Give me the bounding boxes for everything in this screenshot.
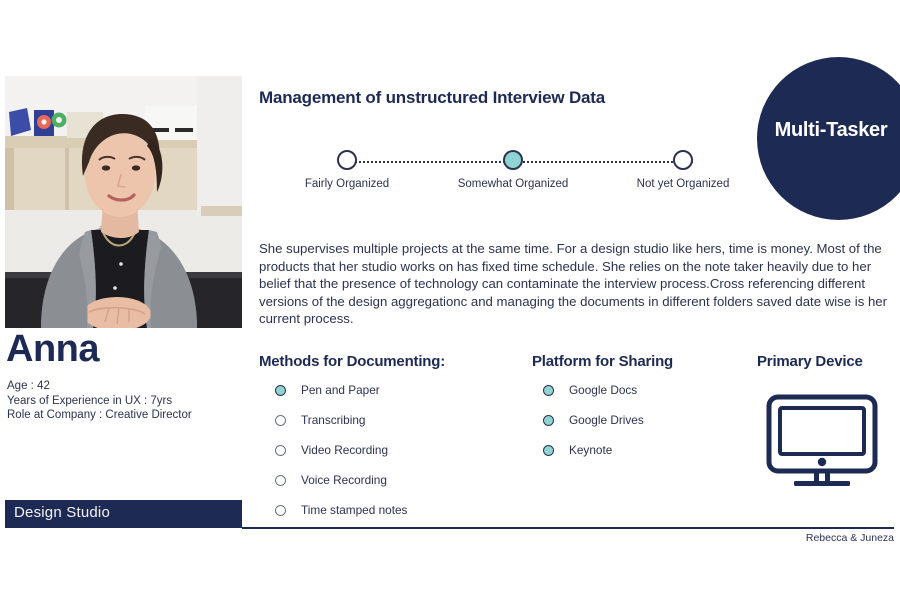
radio-icon[interactable] (543, 445, 554, 456)
multi-tasker-badge: Multi-Tasker (757, 57, 900, 220)
multi-tasker-badge-label: Multi-Tasker (774, 119, 888, 141)
section-headline: Management of unstructured Interview Dat… (259, 88, 606, 107)
list-item-label: Keynote (569, 443, 613, 457)
radio-icon[interactable] (275, 475, 286, 486)
persona-fact-role: Role at Company : Creative Director (7, 409, 192, 421)
persona-photo (5, 76, 242, 328)
footer-divider (242, 527, 894, 529)
list-item-label: Google Drives (569, 413, 644, 427)
radio-icon[interactable] (275, 415, 286, 426)
persona-bio: She supervises multiple projects at the … (259, 241, 888, 326)
list-item[interactable]: Google Drives (543, 413, 644, 444)
radio-icon[interactable] (275, 445, 286, 456)
list-item-label: Time stamped notes (301, 503, 408, 517)
radio-icon[interactable] (275, 385, 286, 396)
radio-icon[interactable] (543, 385, 554, 396)
slider-label-fairly-organized: Fairly Organized (304, 178, 390, 190)
company-bar: Design Studio (5, 500, 242, 528)
device-heading: Primary Device (757, 353, 863, 370)
list-item[interactable]: Google Docs (543, 383, 644, 414)
slider-label-somewhat-organized: Somewhat Organized (457, 178, 569, 190)
persona-document: Anna Age : 42 Years of Experience in UX … (0, 0, 900, 600)
persona-fact-experience: Years of Experience in UX : 7yrs (7, 394, 173, 407)
persona-fact-age: Age : 42 (7, 380, 50, 392)
list-item-label: Transcribing (301, 413, 366, 427)
radio-icon[interactable] (275, 505, 286, 516)
methods-heading: Methods for Documenting: (259, 353, 446, 370)
radio-icon[interactable] (543, 415, 554, 426)
page-title: Anna (6, 328, 100, 370)
platform-heading: Platform for Sharing (532, 353, 674, 370)
list-item-label: Pen and Paper (301, 383, 380, 397)
slider-node-somewhat-organized[interactable] (503, 150, 523, 170)
platform-list: Google Docs Google Drives Keynote (543, 383, 644, 474)
list-item-label: Video Recording (301, 443, 389, 457)
slider-label-not-yet-organized: Not yet Organized (636, 178, 730, 190)
list-item[interactable]: Pen and Paper (275, 383, 407, 414)
list-item-label: Voice Recording (301, 473, 387, 487)
slider-node-not-yet-organized[interactable] (673, 150, 693, 170)
footer-credit: Rebecca & Juneza (805, 532, 894, 544)
organization-slider: Fairly Organized Somewhat Organized Not … (259, 150, 759, 200)
list-item[interactable]: Video Recording (275, 443, 407, 474)
list-item[interactable]: Keynote (543, 443, 644, 474)
persona-facts: Age : 42 Years of Experience in UX : 7yr… (7, 379, 247, 423)
methods-list: Pen and Paper Transcribing Video Recordi… (275, 383, 408, 534)
list-item[interactable]: Transcribing (275, 413, 407, 444)
list-item-label: Google Docs (569, 383, 638, 397)
list-item[interactable]: Voice Recording (275, 473, 407, 504)
company-bar-label: Design Studio (14, 504, 110, 521)
slider-node-fairly-organized[interactable] (337, 150, 357, 170)
list-item[interactable]: Time stamped notes (275, 503, 408, 534)
desktop-monitor-icon (766, 394, 878, 486)
